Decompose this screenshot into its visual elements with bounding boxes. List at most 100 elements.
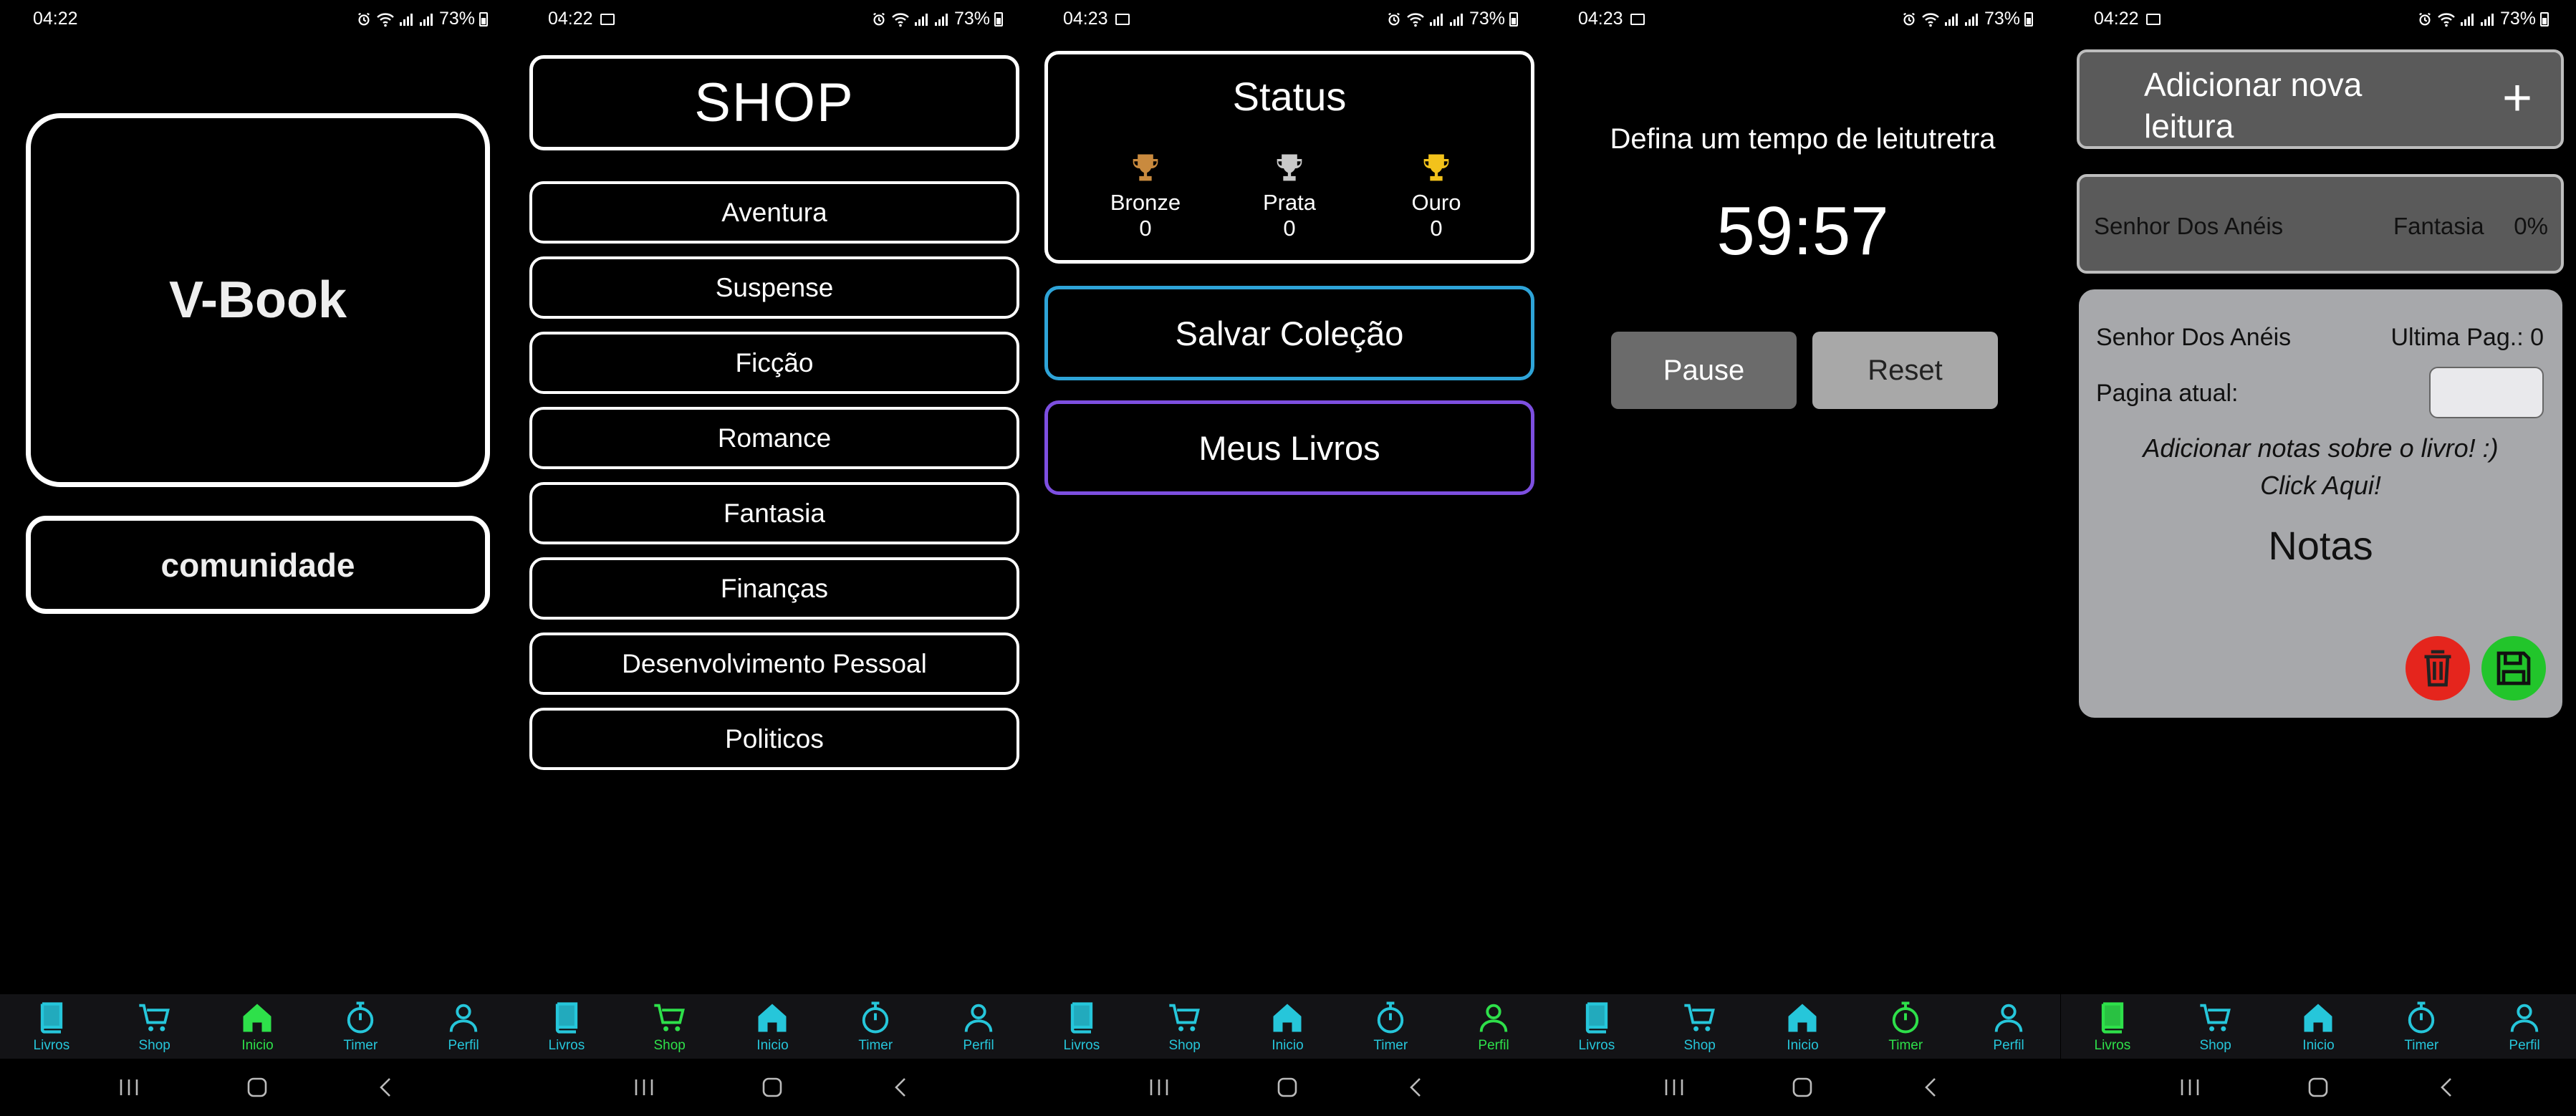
nav-label: Timer <box>1373 1038 1408 1053</box>
alarm-icon <box>2419 12 2431 25</box>
nav-item-shop[interactable]: Shop <box>108 999 201 1054</box>
trophy-count: 0 <box>1283 216 1296 241</box>
category-button[interactable]: Romance <box>529 407 1019 469</box>
status-time-text: 04:22 <box>548 9 593 29</box>
community-button[interactable]: comunidade <box>26 516 490 614</box>
current-page-label: Pagina atual: <box>2096 380 2239 407</box>
nav-item-timer[interactable]: Timer <box>2375 999 2468 1054</box>
nav-item-livros[interactable]: Livros <box>5 999 98 1054</box>
nav-label: Inicio <box>756 1038 789 1053</box>
nav-item-livros[interactable]: Livros <box>2066 999 2159 1054</box>
category-button[interactable]: Fantasia <box>529 482 1019 544</box>
recent-apps-button[interactable] <box>1138 1072 1181 1103</box>
category-button[interactable]: Finanças <box>529 557 1019 620</box>
nav-item-perfil[interactable]: Perfil <box>417 999 510 1054</box>
back-button[interactable] <box>2426 1072 2469 1103</box>
recent-apps-icon <box>1665 1079 1683 1095</box>
add-notes-hint-line2: Click Aqui! <box>2260 471 2381 500</box>
nav-item-shop[interactable]: Shop <box>1138 999 1231 1054</box>
back-button[interactable] <box>365 1072 408 1103</box>
my-books-button[interactable]: Meus Livros <box>1044 400 1534 495</box>
nav-item-inicio[interactable]: Inicio <box>211 999 304 1054</box>
nav-item-shop[interactable]: Shop <box>2169 999 2262 1054</box>
book-list-item[interactable]: Senhor Dos Anéis Fantasia 0% <box>2077 174 2564 274</box>
back-chevron-icon <box>895 1078 906 1097</box>
nav-item-timer[interactable]: Timer <box>829 999 922 1054</box>
category-button[interactable]: Suspense <box>529 256 1019 319</box>
add-notes-hint[interactable]: Adicionar notas sobre o livro! :) Click … <box>2079 430 2562 504</box>
home-square-icon <box>763 1077 782 1097</box>
signal-icon <box>399 13 413 26</box>
nav-item-perfil[interactable]: Perfil <box>2478 999 2571 1054</box>
nav-label: Livros <box>2094 1038 2131 1053</box>
back-button[interactable] <box>1910 1072 1953 1103</box>
book-icon <box>2101 1002 2124 1034</box>
nav-item-timer[interactable]: Timer <box>314 999 407 1054</box>
category-button[interactable]: Aventura <box>529 181 1019 244</box>
recent-apps-icon <box>635 1079 653 1095</box>
nav-item-shop[interactable]: Shop <box>1653 999 1746 1054</box>
save-button[interactable] <box>2481 636 2546 701</box>
floppy-disk-icon <box>2496 651 2531 686</box>
nav-label: Timer <box>1888 1038 1923 1053</box>
recent-apps-button[interactable] <box>623 1072 665 1103</box>
cart-icon <box>139 1004 170 1031</box>
recent-apps-button[interactable] <box>1653 1072 1696 1103</box>
pause-button[interactable]: Pause <box>1611 332 1797 409</box>
nav-item-timer[interactable]: Timer <box>1859 999 1952 1054</box>
nav-item-inicio[interactable]: Inicio <box>1241 999 1334 1054</box>
status-title: Status <box>1232 74 1347 119</box>
wifi-icon <box>1922 12 1939 27</box>
home-button[interactable] <box>2297 1072 2340 1103</box>
nav-label: Perfil <box>448 1038 479 1053</box>
delete-button[interactable] <box>2406 636 2470 701</box>
recent-apps-button[interactable] <box>2168 1072 2211 1103</box>
nav-item-inicio[interactable]: Inicio <box>2272 999 2365 1054</box>
category-button[interactable]: Politicos <box>529 708 1019 770</box>
category-button[interactable]: Desenvolvimento Pessoal <box>529 632 1019 695</box>
home-button[interactable] <box>751 1072 794 1103</box>
system-navigation-bar <box>0 1059 515 1116</box>
back-button[interactable] <box>880 1072 923 1103</box>
home-square-icon <box>1793 1077 1812 1097</box>
status-icons: 73% <box>2417 9 2549 29</box>
app-logo: V-Book <box>26 113 490 487</box>
back-chevron-icon <box>380 1078 391 1097</box>
nav-item-inicio[interactable]: Inicio <box>726 999 819 1054</box>
category-button[interactable]: Ficção <box>529 332 1019 394</box>
nav-item-inicio[interactable]: Inicio <box>1756 999 1849 1054</box>
signal-icon <box>419 13 433 26</box>
save-collection-button[interactable]: Salvar Coleção <box>1044 286 1534 380</box>
nav-item-livros[interactable]: Livros <box>520 999 613 1054</box>
person-icon <box>2510 1004 2539 1032</box>
nav-item-shop[interactable]: Shop <box>623 999 716 1054</box>
nav-item-perfil[interactable]: Perfil <box>1447 999 1540 1054</box>
status-time: 04:23 <box>1578 9 1645 29</box>
current-page-input[interactable] <box>2429 367 2544 418</box>
back-button[interactable] <box>1395 1072 1438 1103</box>
person-icon <box>1994 1004 2023 1032</box>
status-time-text: 04:23 <box>1063 9 1108 29</box>
home-button[interactable] <box>1781 1072 1824 1103</box>
home-icon <box>758 1004 787 1032</box>
screen-books: Adicionar nova leitura + Senhor Dos Anéi… <box>2061 0 2576 1116</box>
recent-apps-button[interactable] <box>107 1072 150 1103</box>
nav-item-livros[interactable]: Livros <box>1035 999 1128 1054</box>
reset-button[interactable]: Reset <box>1812 332 1998 409</box>
screen-timer: Defina um tempo de leitutretra 59:57 Pau… <box>1545 0 2060 1116</box>
bottom-navigation: Livros Shop Inicio Timer Perfil <box>1545 994 2060 1059</box>
nav-item-livros[interactable]: Livros <box>1550 999 1643 1054</box>
trash-icon <box>2424 650 2451 687</box>
home-button[interactable] <box>1266 1072 1309 1103</box>
system-navigation-bar <box>1545 1059 2060 1116</box>
book-progress: 0% <box>2514 213 2548 239</box>
nav-item-perfil[interactable]: Perfil <box>1962 999 2055 1054</box>
bottom-navigation: Livros Shop Inicio Timer Perfil <box>515 994 1030 1059</box>
nav-item-timer[interactable]: Timer <box>1344 999 1437 1054</box>
add-reading-button[interactable]: Adicionar nova leitura + <box>2077 49 2564 149</box>
book-notes-card: Senhor Dos Anéis Ultima Pag.: 0 Pagina a… <box>2079 289 2562 718</box>
battery-icon <box>994 11 1003 27</box>
trophy-count: 0 <box>1430 216 1443 241</box>
home-button[interactable] <box>236 1072 279 1103</box>
nav-item-perfil[interactable]: Perfil <box>932 999 1025 1054</box>
